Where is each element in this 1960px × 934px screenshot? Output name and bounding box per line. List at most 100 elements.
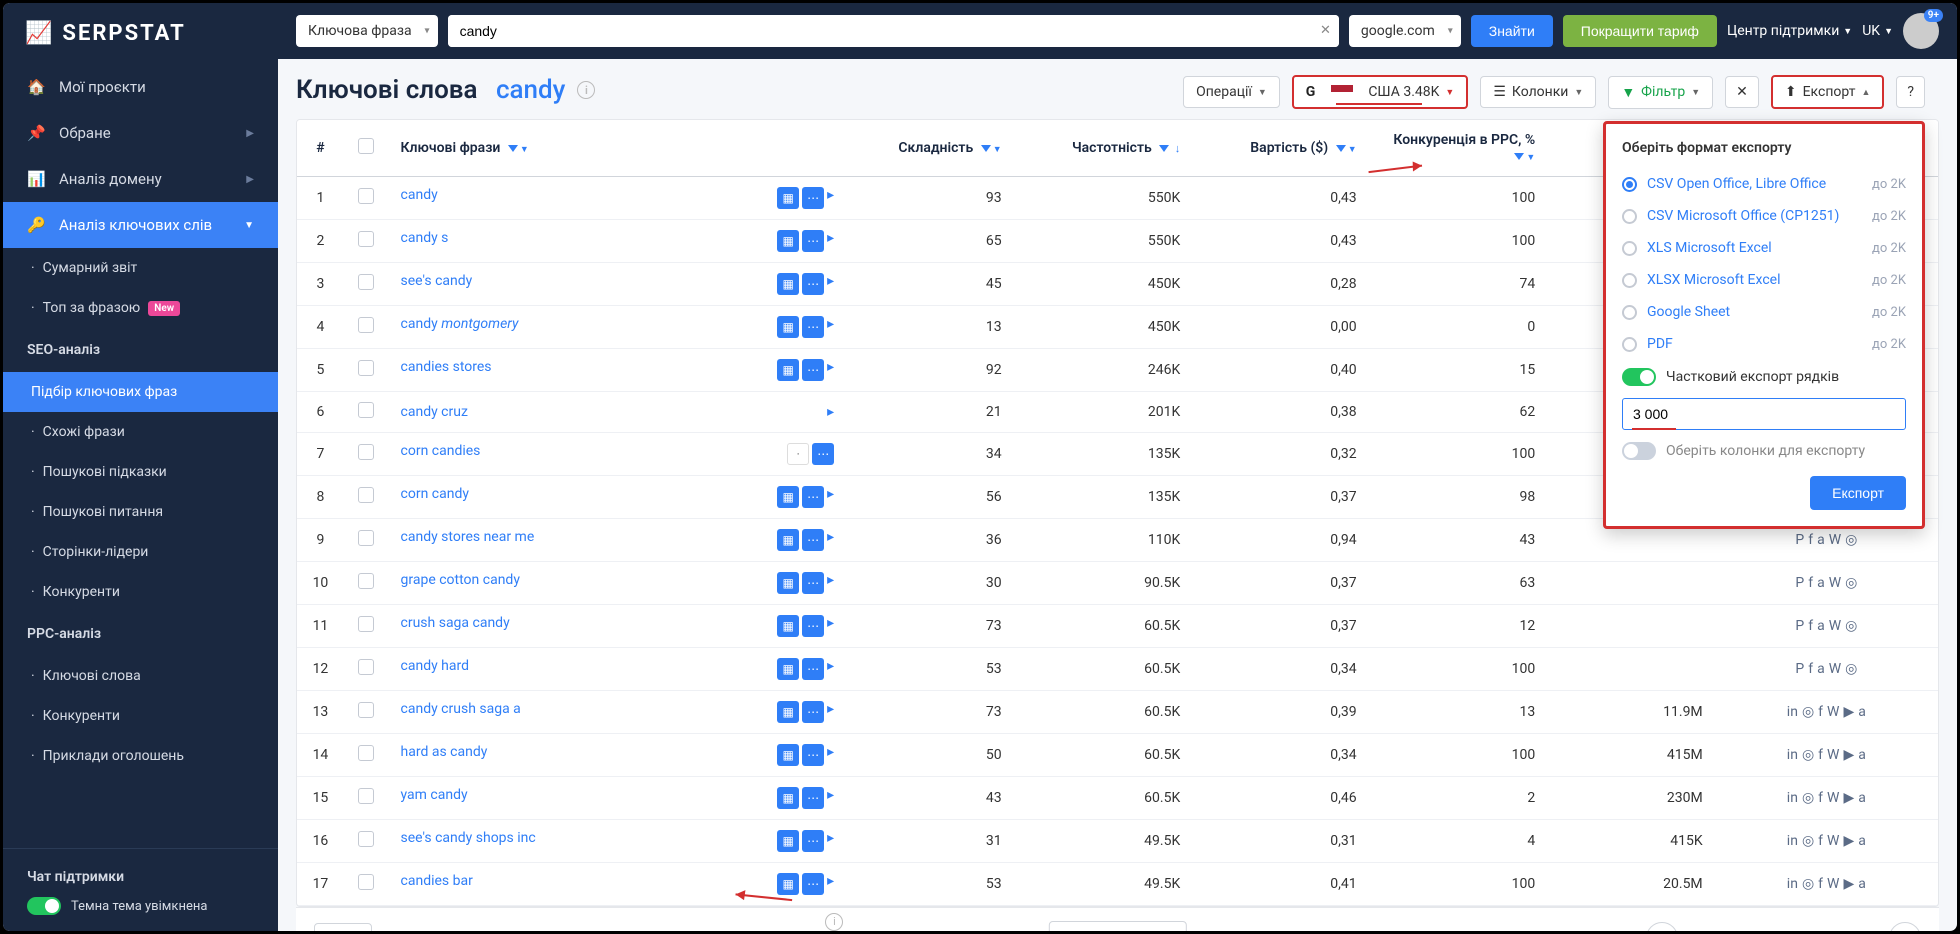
arrow-right-icon[interactable]: ▸ [827,486,834,508]
nav-competitors[interactable]: · Конкуренти [3,572,278,612]
rate-report[interactable]: Оцініть звіт▼ [1048,921,1186,931]
keyword-link[interactable]: hard as candy [401,744,488,760]
export-partial-toggle[interactable]: Частковий експорт рядків [1622,360,1906,394]
nav-projects[interactable]: 🏠Мої проєкти [3,64,278,110]
keyword-link[interactable]: candy montgomery [401,316,519,332]
arrow-right-icon[interactable]: ▸ [827,701,834,723]
more-icon[interactable]: ⋯ [802,658,824,680]
nav-favorites[interactable]: 📌Обране▶ [3,110,278,156]
more-icon[interactable]: ⋯ [802,615,824,637]
export-gsheet[interactable]: Google Sheetдо 2K [1622,296,1906,328]
col-difficulty[interactable]: Складність ▼ [846,120,1013,176]
more-icon[interactable]: ⋯ [802,187,824,209]
avatar[interactable]: 9+ [1903,13,1939,49]
export-submit-button[interactable]: Експорт [1810,476,1906,510]
more-icon[interactable]: ⋯ [812,443,834,465]
more-icon[interactable]: ⋯ [802,873,824,895]
keyword-link[interactable]: see's candy shops inc [401,830,536,846]
arrow-right-icon[interactable]: ▸ [827,873,834,895]
arrow-right-icon[interactable]: ▸ [827,404,834,420]
col-phrase[interactable]: Ключові фрази ▼ [389,120,847,176]
region-button[interactable]: G США 3.48K ▼ [1292,75,1469,109]
search-mode-select[interactable]: Ключова фраза [296,15,438,47]
search-input[interactable] [448,15,1312,47]
arrow-right-icon[interactable]: ▸ [827,230,834,252]
keyword-link[interactable]: grape cotton candy [401,572,520,588]
col-cost[interactable]: Вартість ($) ▼ [1192,120,1368,176]
export-columns-toggle[interactable]: Оберіть колонки для експорту [1622,434,1906,468]
arrow-right-icon[interactable]: ▸ [827,359,834,381]
filter-clear-button[interactable]: ✕ [1725,76,1759,108]
info-icon[interactable]: i [819,913,843,931]
more-icon[interactable]: ⋯ [802,359,824,381]
more-icon[interactable]: ⋯ [802,529,824,551]
export-rows-input[interactable] [1622,398,1906,430]
export-button[interactable]: ⬆ Експорт ▲ [1771,75,1885,109]
arrow-right-icon[interactable]: ▸ [827,830,834,852]
page-3[interactable]: 3 [1794,924,1819,931]
more-icon[interactable]: ⋯ [802,701,824,723]
engine-select[interactable]: google.com [1349,15,1461,47]
columns-button[interactable]: ☰ Колонки ▼ [1480,76,1596,108]
keyword-link[interactable]: candy crush saga a [401,701,521,717]
more-icon[interactable]: ⋯ [802,572,824,594]
more-icon[interactable]: ⋯ [802,787,824,809]
nav-summary[interactable]: · Сумарний звіт [3,248,278,288]
info-icon[interactable]: i [577,81,595,99]
nav-top-phrase[interactable]: · Топ за фразою New [3,288,278,328]
nav-domain-analysis[interactable]: 📊Аналіз домену▶ [3,156,278,202]
export-xls[interactable]: XLS Microsoft Excelдо 2K [1622,232,1906,264]
export-pdf[interactable]: PDFдо 2K [1622,328,1906,360]
search-button[interactable]: Знайти [1471,15,1553,47]
keyword-link[interactable]: candy cruz [401,404,468,420]
support-link[interactable]: Центр підтримки ▼ [1727,23,1852,39]
keyword-link[interactable]: corn candies [401,443,481,459]
arrow-right-icon[interactable]: ▸ [827,273,834,295]
more-icon[interactable]: ⋯ [802,744,824,766]
keyword-link[interactable]: candy s [401,230,449,246]
operations-button[interactable]: Операції ▼ [1183,76,1280,108]
nav-suggestions[interactable]: · Пошукові підказки [3,452,278,492]
nav-keyword-pick[interactable]: Підбір ключових фраз [3,372,278,412]
more-icon[interactable]: ⋯ [802,230,824,252]
more-icon[interactable]: ⋯ [802,830,824,852]
filter-button[interactable]: ▼ Фільтр ▼ [1608,76,1713,109]
more-icon[interactable]: ⋯ [802,273,824,295]
nav-questions[interactable]: · Пошукові питання [3,492,278,532]
nav-ads[interactable]: · Приклади оголошень [3,736,278,776]
nav-leaders[interactable]: · Сторінки-лідери [3,532,278,572]
keyword-link[interactable]: corn candy [401,486,469,502]
keyword-link[interactable]: yam candy [401,787,468,803]
nav-ppc-competitors[interactable]: · Конкуренти [3,696,278,736]
upgrade-button[interactable]: Покращити тариф [1563,15,1717,47]
dark-theme-toggle[interactable]: Темна тема увімкнена [27,897,254,915]
keyword-link[interactable]: candy stores near me [401,529,535,545]
arrow-right-icon[interactable]: ▸ [827,529,834,551]
page-4[interactable]: 4 [1842,924,1867,931]
more-icon[interactable]: ⋯ [802,486,824,508]
arrow-right-icon[interactable]: ▸ [827,615,834,637]
lang-select[interactable]: UK ▼ [1862,23,1893,39]
page-next[interactable]: › [1889,922,1921,932]
more-icon[interactable]: ⋯ [802,316,824,338]
nav-keyword-analysis[interactable]: 🔑Аналіз ключових слів▼ [3,202,278,248]
keyword-link[interactable]: candies stores [401,359,492,375]
keyword-link[interactable]: candies bar [401,873,473,889]
page-size-select[interactable]: 500 [314,923,372,931]
keyword-link[interactable]: candy [401,187,438,203]
arrow-right-icon[interactable]: ▸ [827,658,834,680]
page-2[interactable]: 2 [1747,924,1772,931]
arrow-right-icon[interactable]: ▸ [827,744,834,766]
arrow-right-icon[interactable]: ▸ [827,316,834,338]
help-button[interactable]: ? [1896,76,1925,108]
arrow-right-icon[interactable]: ▸ [827,572,834,594]
nav-ppc-keywords[interactable]: · Ключові слова [3,656,278,696]
nav-similar[interactable]: · Схожі фрази [3,412,278,452]
keyword-link[interactable]: crush saga candy [401,615,510,631]
page-prev[interactable]: ‹ [1646,922,1678,932]
export-csv-open[interactable]: CSV Open Office, Libre Officeдо 2K [1622,168,1906,200]
col-select-all[interactable] [344,120,389,176]
arrow-right-icon[interactable]: ▸ [827,787,834,809]
export-csv-ms[interactable]: CSV Microsoft Office (CP1251)до 2K [1622,200,1906,232]
page-1[interactable]: 1 [1700,924,1725,931]
